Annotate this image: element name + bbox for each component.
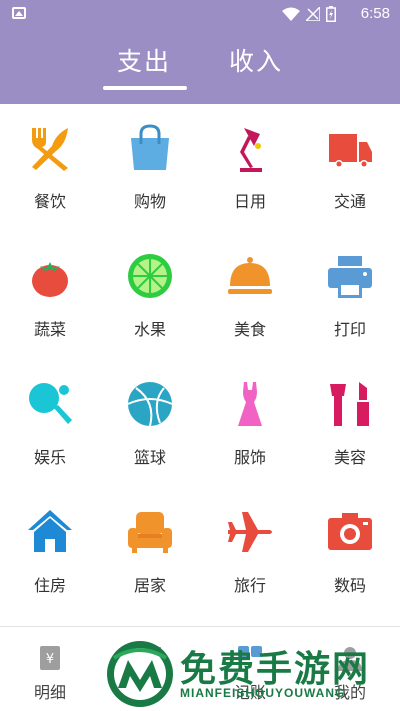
category-transport[interactable]: 交通	[300, 104, 400, 232]
fork-knife-icon	[32, 128, 68, 171]
basketball-icon	[127, 382, 173, 427]
nav-label: 记账	[233, 683, 266, 702]
category-label: 住房	[33, 576, 66, 595]
category-vegetables[interactable]: 蔬菜	[0, 232, 100, 360]
category-label: 居家	[133, 576, 166, 595]
chart-icon	[140, 647, 161, 670]
category-beauty[interactable]: 美容	[300, 360, 400, 488]
category-label: 篮球	[133, 448, 166, 467]
category-housing[interactable]: 住房	[0, 488, 100, 616]
category-digital[interactable]: 数码	[300, 488, 400, 616]
type-tabs: 支出 收入	[0, 28, 400, 104]
category-food[interactable]: 美食	[200, 232, 300, 360]
category-label: 餐饮	[33, 192, 66, 211]
wifi-icon	[282, 7, 300, 21]
category-label: 美食	[233, 320, 266, 339]
category-grid: 餐饮 购物 日用 交通 蔬菜 水果 美食 打印 娱乐 篮球 服饰 美容 住房 居…	[0, 104, 400, 624]
makeup-icon	[330, 382, 369, 426]
tab-income[interactable]: 收入	[229, 42, 283, 78]
category-fruit[interactable]: 水果	[100, 232, 200, 360]
truck-icon	[329, 134, 372, 168]
signal-icon	[306, 7, 320, 21]
nav-mine[interactable]: 我的	[300, 627, 400, 711]
nav-details[interactable]: ¥ 明细	[0, 627, 100, 711]
category-basketball[interactable]: 篮球	[100, 360, 200, 488]
category-label: 水果	[133, 320, 166, 339]
system-icons	[282, 6, 336, 22]
tomato-icon	[32, 262, 68, 297]
category-clothing[interactable]: 服饰	[200, 360, 300, 488]
category-label: 数码	[333, 576, 366, 595]
shopping-bag-icon	[131, 124, 169, 170]
battery-icon	[326, 6, 336, 22]
category-label: 娱乐	[33, 448, 66, 467]
bottom-nav: ¥ 明细 记账 我的	[0, 626, 400, 711]
svg-text:¥: ¥	[46, 652, 54, 667]
category-printing[interactable]: 打印	[300, 232, 400, 360]
tab-expense[interactable]: 支出	[117, 42, 171, 78]
category-label: 日用	[233, 192, 266, 211]
lime-icon	[128, 254, 172, 298]
category-daily-use[interactable]: 日用	[200, 104, 300, 232]
category-dining[interactable]: 餐饮	[0, 104, 100, 232]
ledger-icon: ¥	[40, 646, 60, 670]
desk-lamp-icon	[240, 128, 262, 172]
house-icon	[28, 510, 72, 552]
add-record-icon	[238, 646, 262, 657]
nav-label: 我的	[333, 683, 366, 702]
tab-indicator	[103, 86, 187, 90]
image-icon	[12, 7, 26, 19]
nav-record[interactable]: 记账	[200, 627, 300, 711]
category-label: 购物	[133, 192, 166, 211]
category-label: 服饰	[233, 448, 266, 467]
nav-label: 明细	[33, 683, 66, 702]
nav-chart[interactable]	[100, 627, 200, 711]
category-travel[interactable]: 旅行	[200, 488, 300, 616]
sofa-icon	[128, 512, 172, 553]
status-bar: 6:58	[0, 0, 400, 28]
category-home[interactable]: 居家	[100, 488, 200, 616]
dress-icon	[238, 382, 262, 426]
category-shopping[interactable]: 购物	[100, 104, 200, 232]
airplane-icon	[228, 512, 272, 552]
clock: 6:58	[360, 5, 390, 22]
user-icon	[338, 647, 362, 671]
category-label: 交通	[333, 192, 366, 211]
category-label: 美容	[333, 448, 366, 467]
food-cloche-icon	[228, 257, 272, 294]
category-entertainment[interactable]: 娱乐	[0, 360, 100, 488]
printer-icon	[328, 256, 372, 298]
camera-icon	[328, 513, 372, 550]
category-label: 蔬菜	[33, 320, 66, 339]
ping-pong-icon	[29, 383, 72, 424]
category-label: 打印	[333, 320, 366, 339]
category-label: 旅行	[233, 576, 266, 595]
